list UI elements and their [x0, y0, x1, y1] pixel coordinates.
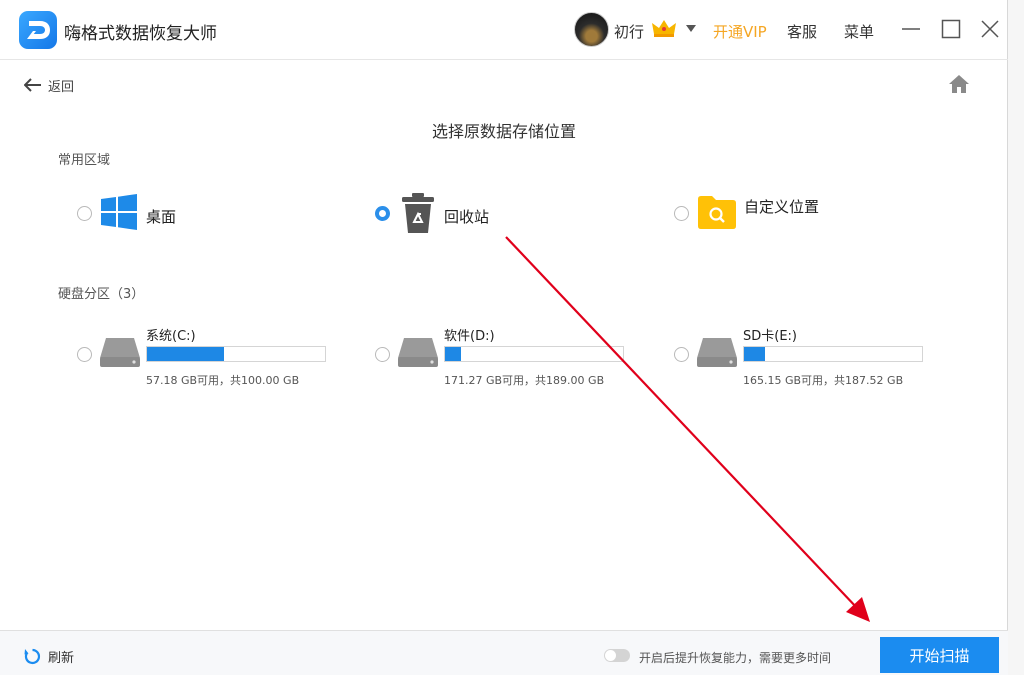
app-window: 嗨格式数据恢复大师 初行 开通VIP 客服 菜单 返回 选择原数据存储位置 常用… — [0, 0, 1008, 675]
folder-search-icon — [698, 196, 736, 229]
menu-link[interactable]: 菜单 — [844, 21, 874, 42]
close-icon[interactable] — [979, 18, 1001, 40]
refresh-button[interactable]: 刷新 — [24, 647, 74, 666]
drive-c-radio[interactable] — [77, 347, 92, 362]
enhance-recovery-label: 开启后提升恢复能力，需要更多时间 — [639, 651, 832, 665]
common-area-label: 常用区域 — [58, 153, 111, 168]
service-link[interactable]: 客服 — [787, 21, 817, 42]
recycle-bin-icon — [402, 193, 434, 233]
drive-d-name: 软件(D:) — [444, 329, 495, 344]
app-title: 嗨格式数据恢复大师 — [64, 24, 217, 44]
app-logo-icon — [19, 11, 57, 49]
crown-icon — [652, 20, 676, 37]
recycle-bin-label: 回收站 — [444, 208, 490, 226]
drive-c-usage-fill — [147, 347, 224, 361]
start-scan-button[interactable]: 开始扫描 — [880, 637, 999, 673]
title-bar: 嗨格式数据恢复大师 初行 开通VIP 客服 菜单 — [0, 0, 1008, 60]
user-dropdown-caret-icon[interactable] — [686, 25, 696, 32]
arrow-left-icon — [24, 78, 41, 92]
drive-e-info: 165.15 GB可用，共187.52 GB — [743, 374, 904, 387]
back-button[interactable]: 返回 — [24, 75, 74, 95]
drive-d-radio[interactable] — [375, 347, 390, 362]
drive-e-name: SD卡(E:) — [743, 329, 797, 344]
hard-drive-icon — [398, 338, 438, 367]
back-label: 返回 — [48, 79, 75, 95]
drive-e-usage-fill — [744, 347, 766, 361]
drive-d-info: 171.27 GB可用，共189.00 GB — [444, 374, 605, 387]
custom-location-radio[interactable] — [674, 206, 689, 221]
custom-location-label: 自定义位置 — [744, 198, 820, 216]
drives-label: 硬盘分区（3） — [58, 287, 145, 302]
drive-e-usage-bar — [743, 346, 923, 362]
drive-d-usage-fill — [445, 347, 462, 361]
hard-drive-icon — [697, 338, 737, 367]
home-icon[interactable] — [948, 73, 970, 95]
hard-drive-icon — [100, 338, 140, 367]
windows-icon — [101, 194, 137, 230]
username[interactable]: 初行 — [614, 21, 644, 42]
page-title: 选择原数据存储位置 — [431, 122, 576, 141]
drive-d-usage-bar — [444, 346, 624, 362]
enhance-recovery-toggle[interactable] — [604, 649, 630, 662]
drive-c-info: 57.18 GB可用，共100.00 GB — [146, 374, 300, 387]
maximize-icon[interactable] — [940, 18, 962, 40]
background-window-edge — [1008, 0, 1024, 675]
minimize-icon[interactable] — [900, 18, 922, 40]
drive-e-radio[interactable] — [674, 347, 689, 362]
recycle-bin-radio[interactable] — [375, 206, 390, 221]
vip-link[interactable]: 开通VIP — [713, 21, 767, 42]
bottom-bar: 刷新 开启后提升恢复能力，需要更多时间 开始扫描 — [0, 630, 1008, 675]
avatar[interactable] — [574, 12, 609, 47]
desktop-label: 桌面 — [146, 208, 177, 226]
drive-c-name: 系统(C:) — [146, 329, 196, 344]
drive-c-usage-bar — [146, 346, 326, 362]
desktop-radio[interactable] — [77, 206, 92, 221]
refresh-icon — [24, 648, 41, 665]
refresh-label: 刷新 — [48, 651, 75, 666]
